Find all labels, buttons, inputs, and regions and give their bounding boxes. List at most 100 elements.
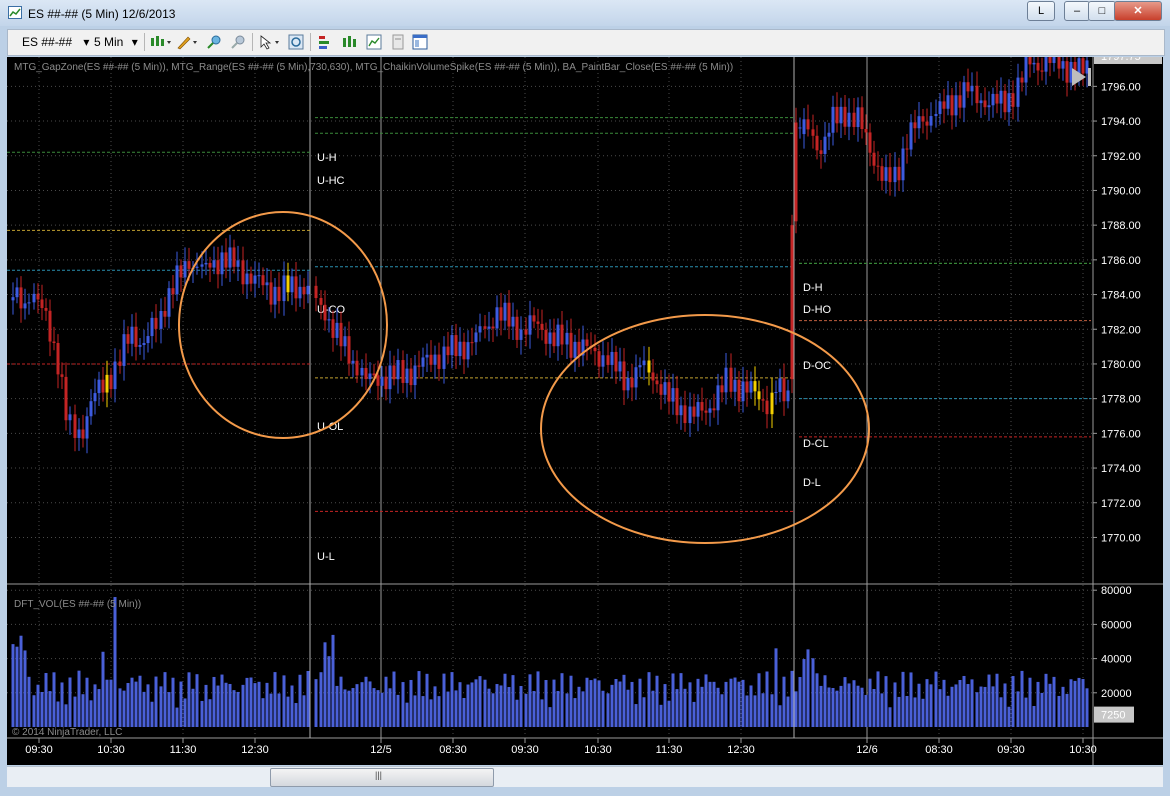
volume-bar [462,698,466,727]
candle-body [950,95,954,116]
candle-body [286,275,290,293]
candle-body [27,302,31,304]
candle-body [23,303,27,309]
interval-selector[interactable]: 5 Min ▾ [94,34,138,50]
gap-level-label: U-HC [317,175,345,187]
volume-bar [696,678,700,727]
chart-style-icon[interactable] [150,34,172,50]
candle-body [626,377,630,391]
candle-body [277,286,281,302]
volume-bar [204,684,208,727]
candle-body [667,382,671,402]
price-tick-label: 1794.00 [1101,116,1141,128]
volume-bar [1020,670,1024,727]
volume-bar [946,695,950,727]
volume-bar [437,696,441,727]
volume-bar [15,646,19,727]
pointer-icon[interactable] [258,34,282,50]
volume-bar [245,677,249,727]
volume-bar [507,687,511,727]
volume-bar [979,686,983,727]
candle-body [1048,57,1052,63]
time-tick-label: 12:30 [241,744,269,756]
candle-body [856,107,860,128]
volume-bar [191,688,195,727]
candle-body [491,326,495,329]
volume-bar [704,674,708,727]
time-tick-label: 09:30 [25,744,53,756]
volume-bar [733,677,737,727]
volume-bar [40,691,44,727]
time-tick-label: 10:30 [1069,744,1097,756]
volume-bar [306,671,310,727]
close-button[interactable]: ✕ [1114,1,1162,21]
candle-body [503,302,507,321]
strategies-icon[interactable] [318,34,334,50]
volume-bar [446,691,450,727]
candle-body [966,82,970,92]
candle-body [372,373,376,376]
candle-body [1044,57,1048,72]
volume-bar [802,659,806,727]
volume-bar [1024,697,1028,727]
maximize-button[interactable]: □ [1088,1,1116,21]
candle-body [934,114,938,117]
link-button[interactable]: L [1027,1,1055,21]
volume-bar [68,677,72,727]
candle-body [872,152,876,166]
drawing-tools-icon[interactable] [176,34,198,50]
candle-body [376,375,380,386]
scroll-thumb[interactable]: ||| [270,768,494,787]
minimize-button[interactable]: – [1064,1,1090,21]
volume-bar [745,695,749,727]
candle-body [601,355,605,367]
instrument-dropdown-icon[interactable]: ▾ [83,35,89,49]
volume-bar [470,682,474,727]
magnifier-icon[interactable] [288,34,304,50]
volume-bar [331,634,335,727]
volume-bar [454,690,458,727]
volume-bar [183,698,187,727]
data-series-icon[interactable] [366,34,382,50]
candle-body [495,307,499,329]
candle-body [442,346,446,369]
chart-area[interactable]: U-H U-HC U-CO U-OL U-L D-H D-HO D-OC D-CL D-L 179… [7,57,1163,765]
volume-bar [409,679,413,727]
candle-body [396,360,400,380]
candle-body [782,378,786,402]
window-layout-icon[interactable] [412,34,428,50]
volume-bar [585,677,589,727]
zoom-out-icon[interactable] [230,34,246,50]
volume-bar [663,684,667,727]
volume-bar [1011,676,1015,727]
instrument-selector[interactable]: ES ##-## ▾ [22,34,89,50]
indicators-icon[interactable] [342,34,358,50]
zoom-in-icon[interactable] [206,34,222,50]
volume-bar [630,681,634,727]
volume-bar [606,693,610,727]
properties-icon[interactable] [390,34,406,50]
volume-bar [581,691,585,727]
price-tick-label: 1780.00 [1101,359,1141,371]
candle-body [536,321,540,324]
volume-bar [556,690,560,727]
candle-body [474,332,478,343]
candle-body [77,429,81,438]
price-tick-label: 1776.00 [1101,428,1141,440]
candle-body [835,106,839,124]
candle-body [823,136,827,154]
candle-body [515,316,519,340]
chart-canvas[interactable]: U-HU-HCU-COU-OLU-LD-HD-HOD-OCD-CLD-L 179… [7,57,1163,765]
title-bar[interactable]: ES ##-## (5 Min) 12/6/2013 L – □ ✕ [0,0,1170,26]
volume-bar [249,677,253,727]
horizontal-scrollbar[interactable]: ||| [7,766,1163,787]
interval-dropdown-icon[interactable]: ▾ [132,35,138,49]
volume-bar [314,679,318,727]
candle-body [852,112,856,128]
candle-body [261,275,265,286]
price-tick-label: 1790.00 [1101,185,1141,197]
volume-bar [975,692,979,727]
candle-body [757,391,761,400]
volume-bar [64,704,68,727]
gap-level-label: D-HO [803,304,832,316]
